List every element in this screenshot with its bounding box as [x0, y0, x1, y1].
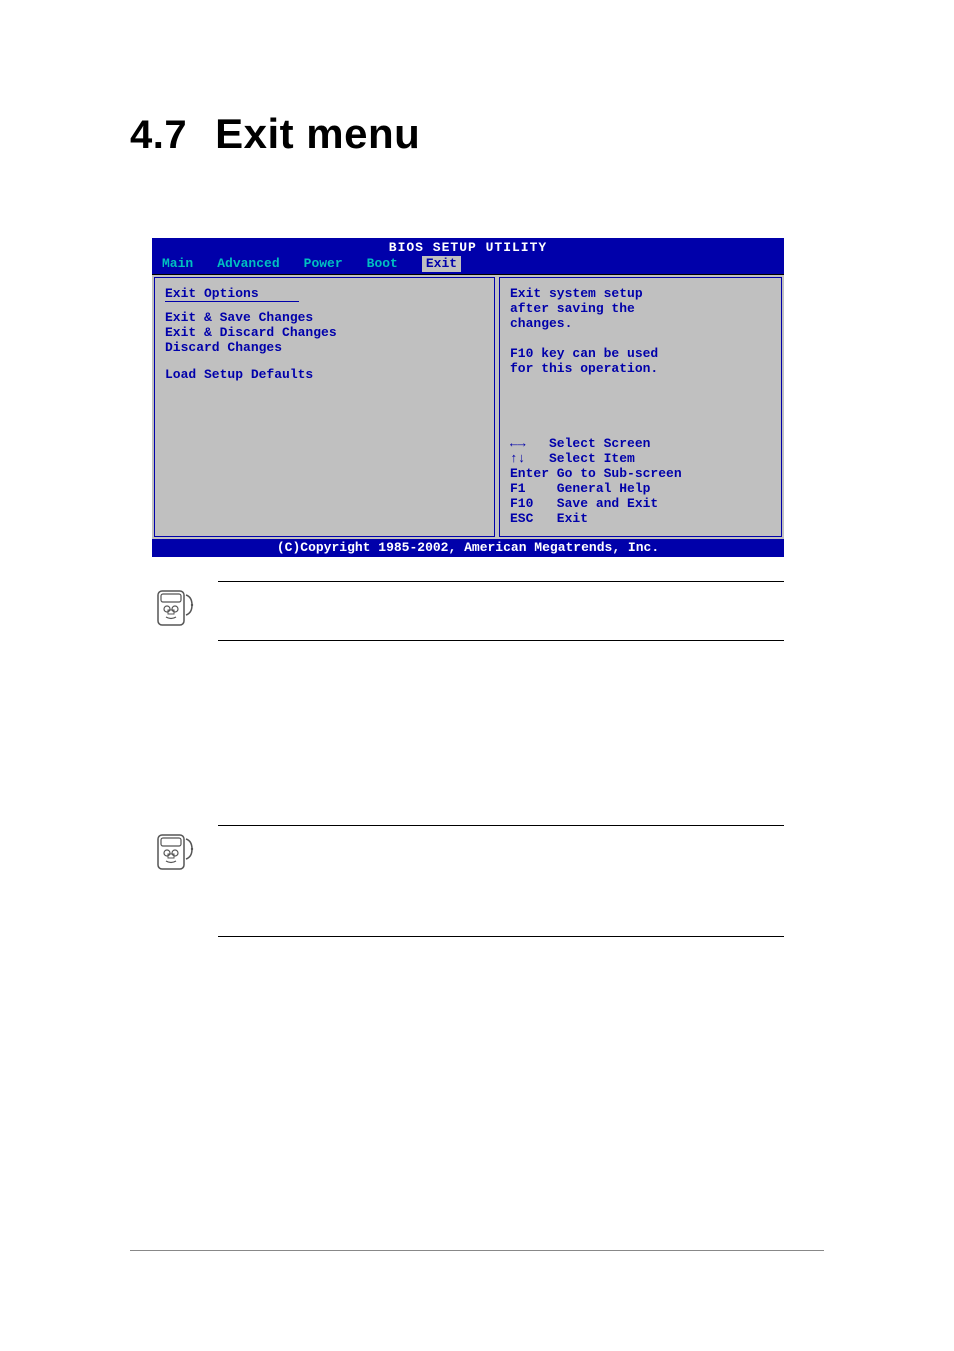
- page: 4.7 Exit menu BIOS SETUP UTILITY Main Adv…: [0, 0, 954, 1351]
- tab-advanced[interactable]: Advanced: [217, 256, 279, 272]
- menu-item-load-defaults[interactable]: Load Setup Defaults: [165, 367, 484, 382]
- menu-item-exit-discard[interactable]: Exit & Discard Changes: [165, 325, 484, 340]
- bios-footer: (C)Copyright 1985-2002, American Megatre…: [152, 539, 784, 557]
- bios-body: Exit Options Exit & Save Changes Exit & …: [152, 274, 784, 539]
- section-number: 4.7: [130, 113, 187, 157]
- page-footer-rule: [130, 1250, 824, 1251]
- bios-help-text: Exit system setup after saving the chang…: [510, 286, 771, 376]
- bios-screenshot: BIOS SETUP UTILITY Main Advanced Power B…: [152, 238, 784, 557]
- bios-left-panel: Exit Options Exit & Save Changes Exit & …: [154, 277, 495, 537]
- tab-boot[interactable]: Boot: [367, 256, 398, 272]
- note-callout-2: [152, 825, 784, 937]
- note-callout-1: [152, 581, 784, 641]
- bios-key-hints: ←→ Select Screen ↑↓ Select Item Enter Go…: [510, 436, 771, 526]
- bios-right-panel: Exit system setup after saving the chang…: [499, 277, 782, 537]
- robot-icon: [152, 581, 198, 633]
- section-heading: 4.7 Exit menu: [130, 110, 824, 158]
- note-text-2: [218, 825, 784, 937]
- exit-options-label: Exit Options: [165, 286, 299, 302]
- bios-menubar: Main Advanced Power Boot Exit: [152, 256, 784, 274]
- menu-item-exit-save[interactable]: Exit & Save Changes: [165, 310, 484, 325]
- menu-item-discard[interactable]: Discard Changes: [165, 340, 484, 355]
- section-title: Exit menu: [215, 110, 420, 157]
- bios-title: BIOS SETUP UTILITY: [152, 238, 784, 256]
- robot-icon: [152, 825, 198, 877]
- tab-exit[interactable]: Exit: [422, 256, 461, 272]
- tab-main[interactable]: Main: [162, 256, 193, 272]
- note-text-1: [218, 581, 784, 641]
- tab-power[interactable]: Power: [304, 256, 343, 272]
